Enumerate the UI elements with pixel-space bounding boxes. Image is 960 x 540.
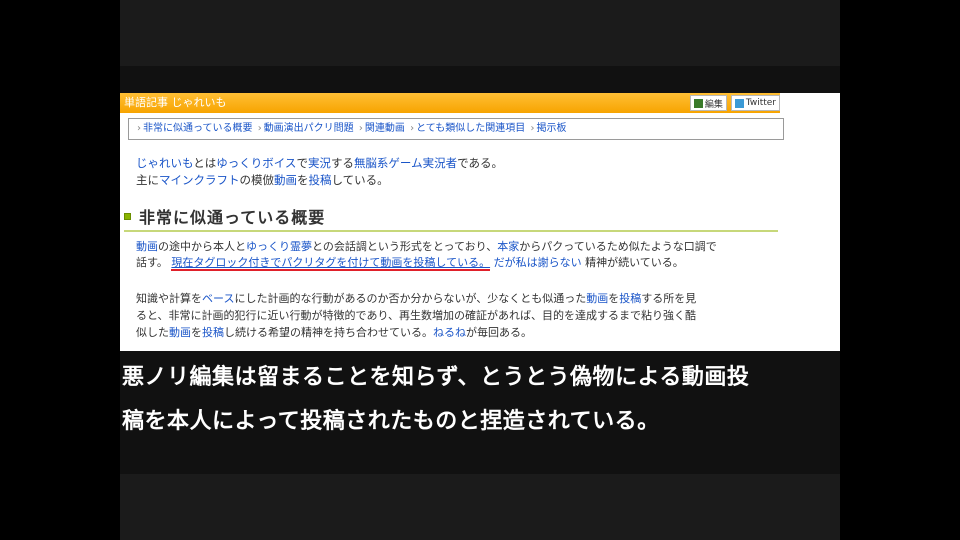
section-heading: 非常に似通っている概要 [124, 205, 325, 227]
edit-label: 編集 [704, 99, 723, 110]
toc-item-related-videos[interactable]: 関連動画 [365, 123, 405, 134]
article-category: 単語記事 [124, 96, 168, 109]
overview-paragraph: 動画の途中から本人とゆっくり霊夢との会話調という形式をとっており、本家からパクっ… [136, 239, 786, 271]
overview-line-1: 動画の途中から本人とゆっくり霊夢との会話調という形式をとっており、本家からパクっ… [136, 239, 786, 255]
inline-text: の途中から本人と [158, 240, 246, 253]
article-title: 単語記事 じゃれいも [124, 96, 227, 110]
inline-link[interactable]: ねるね [433, 326, 466, 339]
subtitle-line-1: 悪ノリ編集は留まることを知らず、とうとう偽物による動画投 [122, 365, 750, 390]
inline-text: にした計画的な行動があるのか否か分からないが、少なくとも似通った [234, 292, 587, 305]
inline-link[interactable]: 実況 [308, 156, 331, 170]
overview-line-2: 話す。 現在タグロック付きでパクリタグを付けて動画を投稿している。 だが私は謝ら… [136, 255, 786, 271]
inline-link[interactable]: 動画 [169, 326, 191, 339]
article-name: じゃれいも [171, 96, 227, 109]
twitter-label: Twitter [745, 98, 776, 108]
inline-text: 主に [136, 173, 159, 187]
toc-item-related-items[interactable]: とても類似した関連項目 [416, 123, 525, 134]
intro-paragraph: じゃれいもとはゆっくりボイスで実況する無脳系ゲーム実況者である。 主にマインクラ… [136, 155, 503, 189]
inline-link[interactable]: マインクラフト [159, 173, 240, 187]
twitter-button[interactable]: Twitter [730, 95, 780, 111]
inline-text: で [296, 156, 308, 170]
inline-link[interactable]: 投稿 [619, 292, 641, 305]
edit-icon [693, 98, 703, 108]
inline-text: し続ける希望の精神を持ち合わせている。 [224, 326, 433, 339]
inline-text: する所を見 [641, 292, 697, 305]
section-heading-text: 非常に似通っている概要 [139, 208, 326, 227]
bottom-letterbox [120, 474, 840, 540]
inline-link[interactable]: じゃれいも [136, 156, 193, 170]
inline-link[interactable]: 投稿 [202, 326, 224, 339]
inline-text: 知識や計算を [136, 292, 202, 305]
inline-text: 似した [136, 326, 169, 339]
inline-text: とは [193, 156, 217, 170]
inline-text: を [608, 292, 620, 305]
underlined-highlight-link[interactable]: 現在タグロック付きでパクリタグを付けて動画を投稿している。 [171, 256, 491, 271]
inline-link[interactable]: 動画 [586, 292, 608, 305]
inline-link[interactable]: 本家 [497, 240, 519, 253]
subtitle-line-2: 稿を本人によって投稿されたものと捏造されている。 [122, 409, 660, 434]
article-header-bar: 単語記事 じゃれいも 編集 Twitter [120, 93, 840, 113]
inline-text: を [191, 326, 202, 339]
inline-text: である。 [457, 156, 503, 170]
article-screenshot: 単語記事 じゃれいも 編集 Twitter › 非常に似通っている概要 › 動画演出… [120, 93, 840, 351]
table-of-contents: › 非常に似通っている概要 › 動画演出パクリ問題 › 関連動画 › とても類似した関連… [128, 118, 784, 140]
overview-line-2-suffix: 精神が続いている。 [585, 256, 684, 269]
header-spacer [780, 93, 840, 113]
toc-item-overview[interactable]: 非常に似通っている概要 [143, 123, 253, 134]
heading-divider [124, 230, 778, 232]
inline-link[interactable]: ゆっくり霊夢 [246, 240, 312, 253]
toc-item-copy-issue[interactable]: 動画演出パクリ問題 [264, 123, 354, 134]
edit-button[interactable]: 編集 [689, 95, 727, 111]
inline-text: ると、非常に計画的犯行に近い行動が特徴的であり、再生数増加の確証があれば、目的を… [136, 309, 697, 322]
heading-marker-icon [124, 212, 131, 220]
inline-text: の模倣 [239, 173, 275, 187]
inline-link[interactable]: 無脳系ゲーム実況者 [354, 156, 457, 170]
intro-line-2: 主にマインクラフトの模倣動画を投稿している。 [136, 172, 503, 189]
overview-line-2-prefix: 話す。 [136, 256, 168, 269]
inline-link[interactable]: 投稿 [309, 173, 332, 187]
inline-text: からパクっているため似たような口調で [519, 240, 717, 253]
video-frame: 単語記事 じゃれいも 編集 Twitter › 非常に似通っている概要 › 動画演出… [120, 0, 840, 540]
intro-line-1: じゃれいもとはゆっくりボイスで実況する無脳系ゲーム実況者である。 [136, 155, 503, 172]
inline-text: している。 [331, 173, 389, 187]
inline-link[interactable]: ゆっくりボイス [216, 156, 296, 170]
behavior-paragraph: 知識や計算をベースにした計画的な行動があるのか否か分からないが、少なくとも似通っ… [136, 290, 786, 341]
not-apologize-link[interactable]: だが私は謝らない [494, 256, 582, 269]
behavior-line-1: 知識や計算をベースにした計画的な行動があるのか否か分からないが、少なくとも似通っ… [136, 290, 786, 307]
behavior-line-3: 似した動画を投稿し続ける希望の精神を持ち合わせている。ねるねが毎回ある。 [136, 324, 786, 341]
toc-item-forum[interactable]: 掲示板 [536, 123, 566, 134]
inline-link[interactable]: 動画 [274, 173, 297, 187]
inline-text: が毎回ある。 [466, 326, 532, 339]
inline-text: を [297, 173, 309, 187]
inline-link[interactable]: ベース [202, 292, 234, 305]
top-letterbox [120, 0, 840, 66]
behavior-line-2: ると、非常に計画的犯行に近い行動が特徴的であり、再生数増加の確証があれば、目的を… [136, 307, 786, 324]
header-tools: 編集 Twitter [689, 93, 780, 113]
inline-text: との会話調という形式をとっており、 [312, 240, 498, 253]
inline-text: する [330, 156, 354, 170]
twitter-icon [734, 98, 744, 108]
subtitle-caption: 悪ノリ編集は留まることを知らず、とうとう偽物による動画投 稿を本人によって投稿さ… [120, 356, 840, 444]
inline-link[interactable]: 動画 [136, 240, 158, 253]
